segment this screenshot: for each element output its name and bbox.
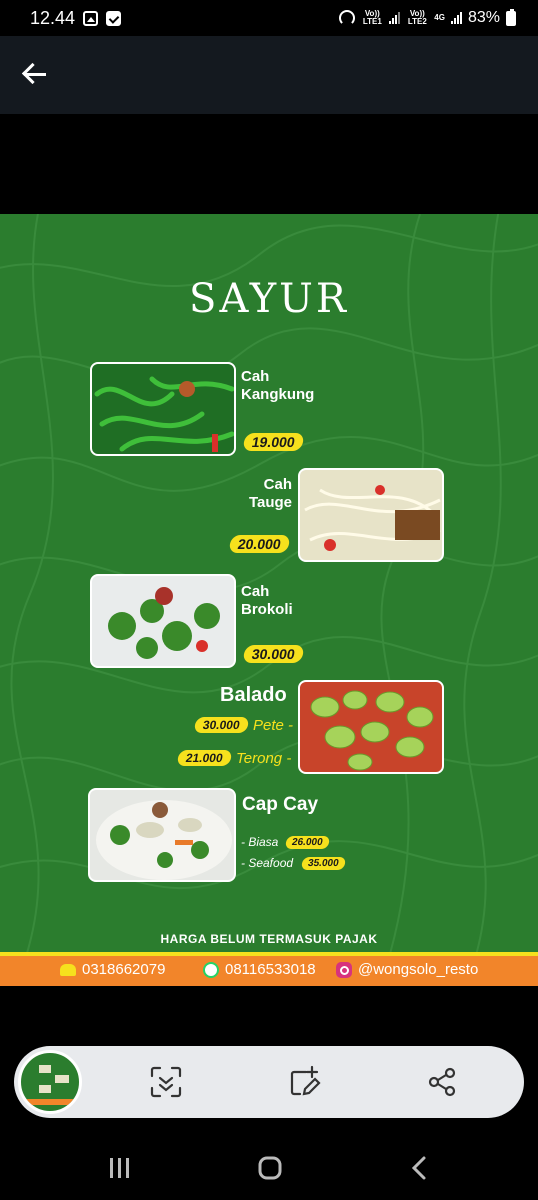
check-notification-icon (106, 10, 122, 26)
signal-1-icon (389, 12, 401, 24)
system-nav-bar (0, 1132, 538, 1200)
brokoli-name: Cah Brokoli (241, 583, 293, 618)
kangkung-photo (90, 362, 236, 456)
gallery-notification-icon (83, 10, 99, 26)
whatsapp-contact: 08116533018 (203, 961, 316, 978)
image-thumbnail[interactable] (18, 1050, 82, 1114)
capcay-seafood-label: - Seafood (241, 856, 294, 870)
home-icon[interactable] (256, 1154, 284, 1182)
phone-number: 0318662079 (82, 961, 166, 978)
instagram-handle: @wongsolo_resto (358, 961, 479, 978)
scan-text-icon[interactable] (148, 1064, 184, 1100)
brokoli-photo (90, 574, 236, 668)
menu-title: SAYUR (189, 276, 349, 322)
capcay-photo (88, 788, 236, 882)
recents-icon[interactable] (106, 1154, 134, 1182)
network-label: 4G (434, 13, 445, 22)
brokoli-price: 30.000 (242, 645, 305, 663)
edit-image-icon[interactable] (286, 1064, 322, 1100)
battery-icon (506, 8, 516, 26)
balado-terong-price: 21.000 (176, 750, 233, 766)
balado-pete-price: 30.000 (193, 717, 250, 733)
tauge-name: Cah Tauge (248, 476, 292, 511)
tax-note: HARGA BELUM TERMASUK PAJAK (160, 932, 378, 946)
sim2-label: Vo)) LTE2 (407, 9, 427, 26)
back-arrow-icon[interactable] (16, 58, 52, 90)
menu-image: SAYUR Cah Kangkung 19.000 Cah Tauge 20.000… (0, 214, 538, 986)
capcay-name: Cap Cay (242, 794, 319, 815)
contact-bar: 0318662079 08116533018 @wongsolo_resto (0, 952, 538, 986)
status-bar: 12.44 Vo)) LTE1 Vo)) LTE2 4G 83% (0, 0, 538, 36)
instagram-contact: @wongsolo_resto (336, 961, 478, 978)
kangkung-price: 19.000 (242, 433, 305, 451)
battery-percent: 83% (467, 9, 500, 26)
signal-2-icon (450, 12, 462, 24)
back-icon[interactable] (406, 1154, 434, 1182)
balado-photo (298, 680, 444, 774)
capcay-biasa-price: 26.000 (284, 836, 330, 849)
tauge-price: 20.000 (228, 535, 291, 553)
balado-terong-label: Terong - (236, 750, 292, 767)
balado-name: Balado (220, 684, 287, 706)
instagram-icon (336, 961, 352, 978)
phone-contact: 0318662079 (60, 961, 165, 978)
kangkung-name: Cah Kangkung (241, 368, 315, 403)
tauge-photo (298, 468, 444, 562)
sim1-label: Vo)) LTE1 (362, 9, 382, 26)
share-icon[interactable] (424, 1064, 460, 1100)
capcay-seafood-price: 35.000 (300, 857, 346, 870)
whatsapp-icon (203, 961, 219, 978)
hotspot-icon (339, 10, 356, 26)
image-toolbar (14, 1046, 524, 1118)
balado-pete-label: Pete - (253, 717, 294, 734)
clock: 12.44 (30, 7, 76, 28)
phone-icon (60, 963, 76, 976)
app-header (0, 36, 538, 114)
capcay-biasa-label: - Biasa (241, 835, 279, 849)
whatsapp-number: 08116533018 (225, 961, 316, 978)
